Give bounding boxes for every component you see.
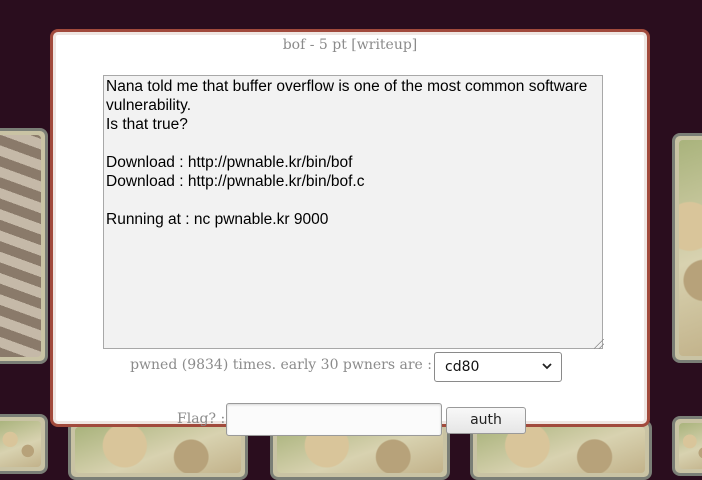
challenge-description[interactable] [103,75,603,349]
auth-button[interactable]: auth [446,407,526,434]
card-artwork [0,135,41,357]
flag-input[interactable] [226,403,442,436]
resize-grip-icon[interactable] [594,339,604,349]
card-artwork [75,427,241,473]
modal-body: bof - 5 pt [writeup] pwned (9834) times.… [56,35,644,436]
flag-row: Flag? : auth [56,403,644,436]
early-pwners-select[interactable]: cd80 [434,352,562,382]
card-artwork [679,140,702,356]
background-card-bottom-1 [0,414,48,474]
chevron-down-icon [542,363,552,370]
card-artwork [679,423,702,469]
challenge-modal: bof - 5 pt [writeup] pwned (9834) times.… [50,29,650,436]
background-card-left [0,128,48,364]
background-card-bottom-5 [672,416,702,476]
flag-label: Flag? : [177,411,226,427]
challenge-title[interactable]: bof - 5 pt [writeup] [56,37,644,53]
pwned-row: pwned (9834) times. early 30 pwners are … [56,351,644,382]
early-pwners-selected-value: cd80 [445,359,480,375]
background-card-right [672,133,702,363]
card-artwork [0,421,41,467]
pwned-count-text: pwned (9834) times. early 30 pwners are … [130,357,432,373]
